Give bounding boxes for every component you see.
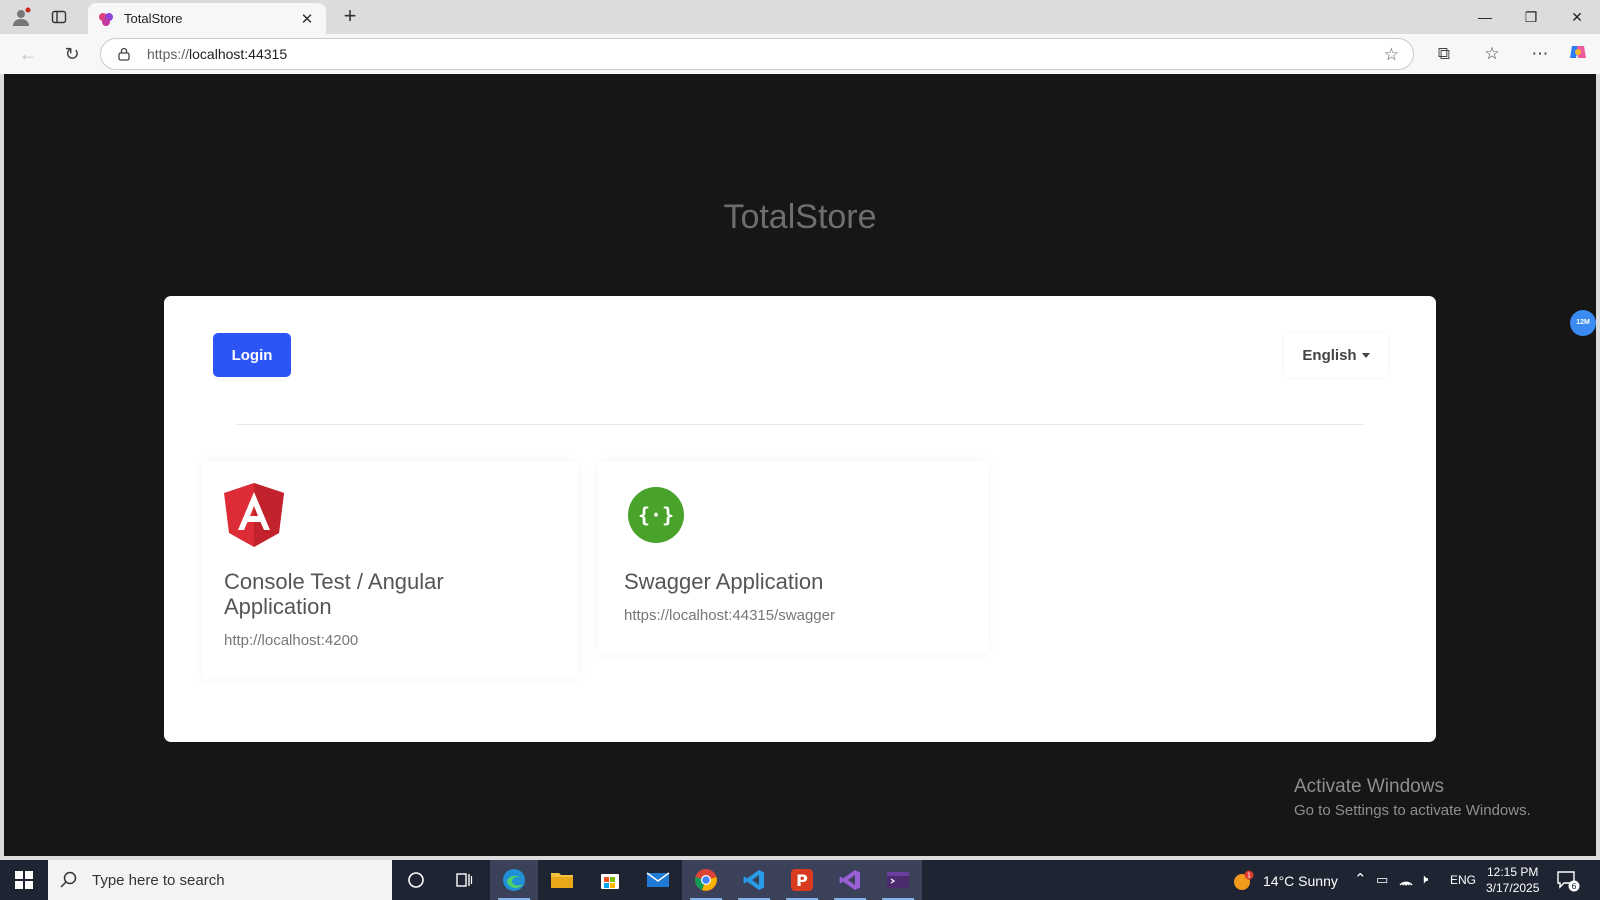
clock-time: 12:15 PM bbox=[1487, 865, 1539, 879]
favorite-star-icon[interactable]: ☆ bbox=[1384, 45, 1399, 65]
app-card-swagger[interactable]: {·} Swagger Application https://localhos… bbox=[598, 461, 988, 655]
back-button[interactable]: ← bbox=[16, 42, 40, 66]
vscode-app-icon[interactable] bbox=[730, 860, 778, 900]
browser-title-bar: TotalStore ✕ + — ❐ ✕ bbox=[0, 0, 1600, 34]
language-label: English bbox=[1302, 346, 1357, 364]
clock-date: 3/17/2025 bbox=[1486, 881, 1540, 895]
close-tab-icon[interactable]: ✕ bbox=[298, 10, 316, 28]
web-page: TotalStore Login English Console Test / … bbox=[4, 74, 1596, 856]
postman-app-icon[interactable]: P bbox=[778, 860, 826, 900]
site-title: TotalStore bbox=[723, 198, 877, 236]
battery-icon[interactable]: ▭ bbox=[1376, 872, 1388, 888]
notification-icon[interactable]: 6 bbox=[1556, 870, 1580, 892]
profile-icon[interactable] bbox=[10, 6, 32, 28]
refresh-button[interactable]: ↻ bbox=[60, 42, 84, 66]
volume-icon[interactable]: 🕨 bbox=[1420, 871, 1428, 887]
extensions-icon[interactable]: ⧉ bbox=[1432, 42, 1456, 66]
url-text: https://localhost:44315 bbox=[147, 46, 288, 62]
caret-down-icon bbox=[1361, 352, 1370, 358]
favorites-icon[interactable]: ☆ bbox=[1480, 42, 1504, 66]
app-card-angular[interactable]: Console Test / Angular Application http:… bbox=[202, 461, 578, 679]
tab-title: TotalStore bbox=[124, 11, 183, 26]
tab-actions-icon[interactable] bbox=[48, 6, 70, 28]
more-menu-icon[interactable]: ⋯ bbox=[1528, 42, 1552, 66]
activate-windows-watermark: Activate Windows Go to Settings to activ… bbox=[1294, 776, 1531, 819]
visual-studio-app-icon[interactable] bbox=[826, 860, 874, 900]
language-indicator[interactable]: ENG bbox=[1450, 873, 1476, 887]
app-name: Swagger Application bbox=[624, 569, 824, 594]
wifi-icon[interactable] bbox=[1398, 872, 1414, 888]
login-button[interactable]: Login bbox=[213, 333, 291, 377]
swagger-logo-icon: {·} bbox=[628, 487, 684, 543]
start-button[interactable] bbox=[0, 860, 48, 900]
angular-logo-icon bbox=[224, 483, 284, 547]
store-icon[interactable] bbox=[586, 860, 634, 900]
side-badge[interactable]: 12M bbox=[1570, 310, 1596, 336]
app-url: http://localhost:4200 bbox=[224, 632, 359, 649]
app-name: Console Test / Angular Application bbox=[224, 569, 444, 619]
cortana-icon[interactable] bbox=[392, 860, 440, 900]
totalstore-favicon-icon bbox=[99, 12, 113, 26]
minimize-button[interactable]: — bbox=[1462, 5, 1508, 29]
mail-icon[interactable] bbox=[634, 860, 682, 900]
new-tab-button[interactable]: + bbox=[338, 5, 362, 29]
weather-sun-icon[interactable]: 1 bbox=[1232, 870, 1254, 892]
task-view-icon[interactable] bbox=[440, 860, 488, 900]
app-url: https://localhost:44315/swagger bbox=[624, 607, 835, 624]
weather-text[interactable]: 14°C Sunny bbox=[1263, 873, 1338, 889]
taskbar-search[interactable]: Type here to search bbox=[48, 860, 392, 900]
divider bbox=[236, 424, 1364, 425]
main-card: Login English Console Test / Angular App… bbox=[164, 296, 1436, 742]
notification-count: 6 bbox=[1571, 882, 1576, 891]
chrome-app-icon[interactable] bbox=[682, 860, 730, 900]
taskbar: Type here to search P 1 14°C Sunny ⌃ ▭ 🕨… bbox=[0, 860, 1600, 900]
close-window-button[interactable]: ✕ bbox=[1554, 5, 1600, 29]
weather-badge: 1 bbox=[1247, 872, 1251, 880]
watermark-subtitle: Go to Settings to activate Windows. bbox=[1294, 802, 1531, 819]
address-bar[interactable]: https://localhost:44315 ☆ bbox=[100, 38, 1414, 70]
windows-logo-icon bbox=[15, 871, 33, 889]
search-icon bbox=[60, 871, 77, 888]
edge-app-icon[interactable] bbox=[490, 860, 538, 900]
browser-tab[interactable]: TotalStore ✕ bbox=[88, 3, 326, 34]
svg-text:P: P bbox=[796, 871, 808, 890]
restore-button[interactable]: ❐ bbox=[1508, 5, 1554, 29]
search-placeholder: Type here to search bbox=[92, 871, 225, 889]
svg-text:{·}: {·} bbox=[638, 503, 674, 527]
language-dropdown[interactable]: English bbox=[1284, 333, 1388, 377]
clock[interactable]: 12:15 PM 3/17/2025 bbox=[1486, 864, 1539, 896]
chevron-up-icon[interactable]: ⌃ bbox=[1354, 870, 1367, 888]
file-explorer-icon[interactable] bbox=[538, 860, 586, 900]
copilot-icon[interactable] bbox=[1566, 42, 1590, 66]
browser-toolbar: ← ↻ https://localhost:44315 ☆ ⧉ ☆ ⋯ bbox=[0, 34, 1600, 74]
lock-icon bbox=[118, 47, 130, 61]
watermark-title: Activate Windows bbox=[1294, 776, 1444, 797]
terminal-app-icon[interactable] bbox=[874, 860, 922, 900]
